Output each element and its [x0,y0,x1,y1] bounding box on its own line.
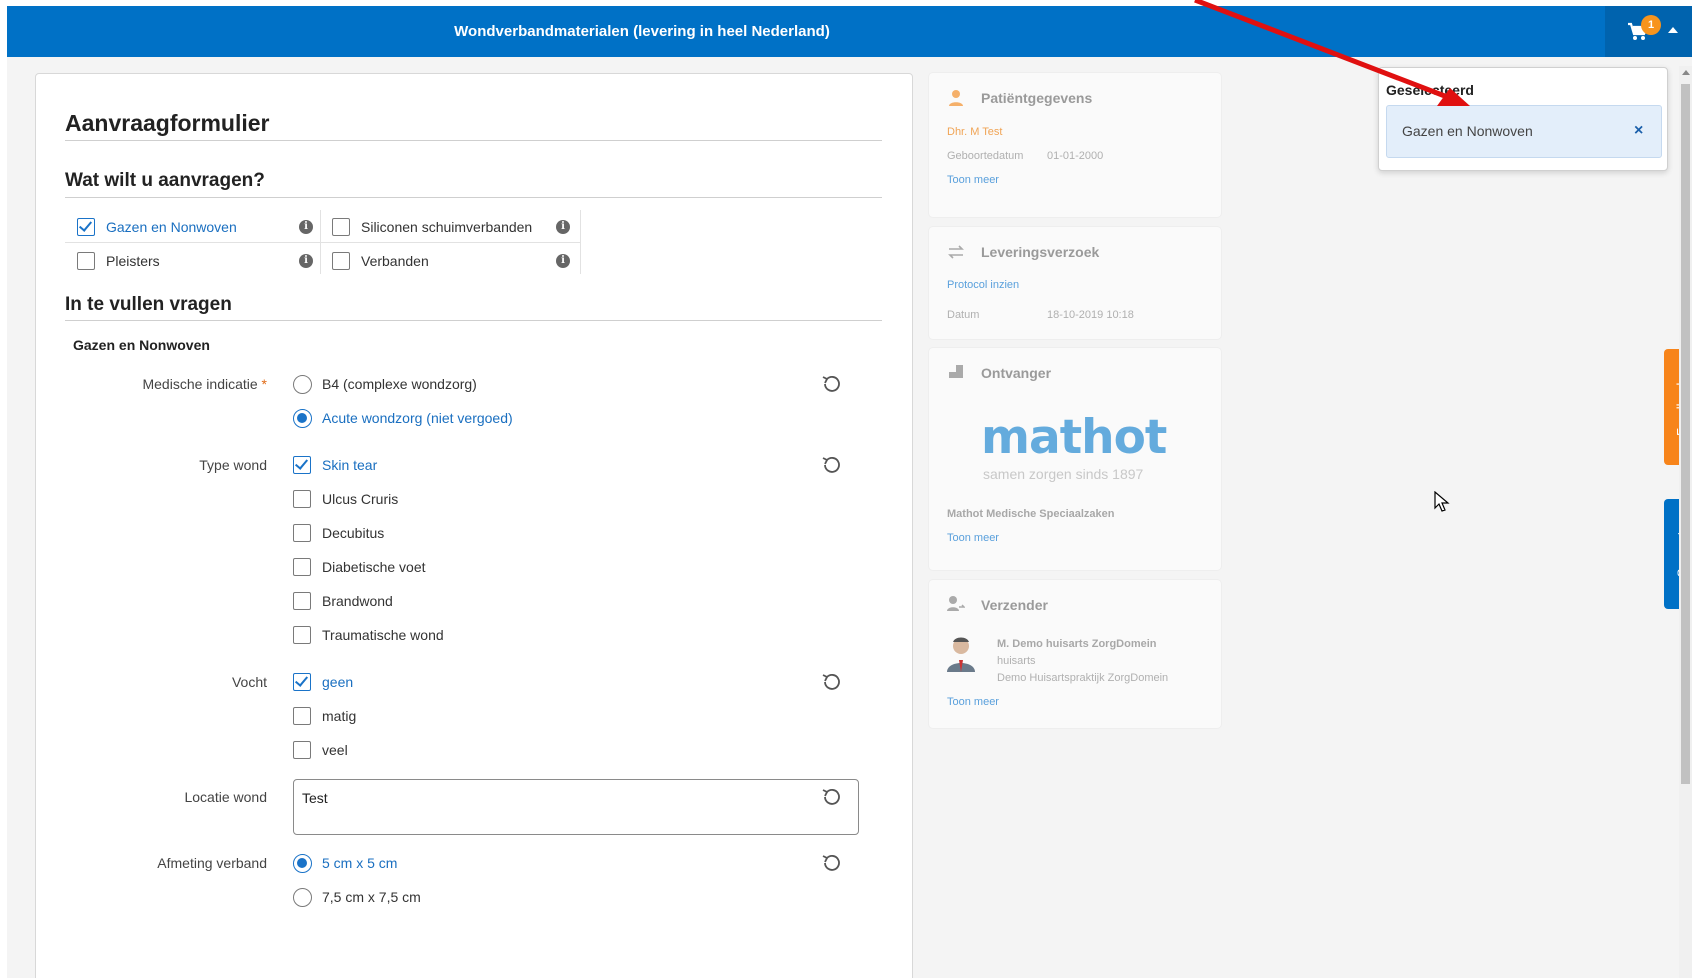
page-title: Wondverbandmaterialen (levering in heel … [454,23,830,40]
checkbox[interactable] [293,524,311,542]
checkbox-checked[interactable] [77,218,95,236]
sender-name: M. Demo huisarts ZorgDomein [997,638,1157,650]
info-icon[interactable]: i [556,254,570,268]
sender-card-title: Verzender [981,597,1048,613]
date-value: 18-10-2019 10:18 [1047,309,1134,321]
reset-icon[interactable] [822,854,840,872]
building-icon [949,365,963,378]
reset-icon[interactable] [822,673,840,691]
caret-up-icon [1668,27,1678,33]
reset-icon[interactable] [822,375,840,393]
sender-card: Verzender M. Demo huisarts ZorgDomein hu… [929,580,1221,728]
scroll-up-arrow-icon[interactable] [1682,70,1690,75]
swap-icon [948,245,964,259]
checkbox[interactable] [293,741,311,759]
sender-practice: Demo Huisartspraktijk ZorgDomein [997,672,1169,684]
radio[interactable] [293,375,312,394]
locatie-wond-textarea[interactable]: Test [293,779,859,835]
mathot-logo: mathot [981,410,1167,465]
mouse-cursor-icon [1434,491,1450,512]
delivery-card: Leveringsverzoek Protocol inzien Datum 1… [929,227,1221,339]
patient-show-more-link[interactable]: Toon meer [947,174,999,186]
checkbox[interactable] [332,252,350,270]
question-label-vocht: Vocht [231,674,267,690]
selected-popover: Geselecteerd Gazen en Nonwoven × [1378,67,1668,171]
patient-card: Patiëntgegevens Dhr. M Test Geboortedatu… [929,73,1221,217]
question-label-type-wond: Type wond [199,457,267,473]
checkbox[interactable] [77,252,95,270]
user-arrow-icon [947,596,965,611]
scrollbar-thumb[interactable] [1681,84,1690,784]
form-title: Aanvraagformulier [65,110,270,136]
divider [65,197,882,198]
checkbox-checked[interactable] [293,673,311,691]
avatar [947,637,975,672]
patient-name: Dhr. M Test [947,126,1003,138]
dob-label: Geboortedatum [947,150,1024,162]
checkbox[interactable] [293,490,311,508]
checkbox[interactable] [332,218,350,236]
sender-role: huisarts [997,655,1036,667]
request-form: Aanvraagformulier Wat wilt u aanvragen? … [35,73,913,978]
question-label-afmeting-verband: Afmeting verband [157,855,267,871]
divider [65,140,882,141]
protocol-link[interactable]: Protocol inzien [947,279,1019,291]
scrollbar[interactable] [1679,66,1692,978]
info-icon[interactable]: i [556,220,570,234]
receiver-show-more-link[interactable]: Toon meer [947,532,999,544]
checkbox-checked[interactable] [293,456,311,474]
receiver-card: Ontvanger mathot samen zorgen sinds 1897… [929,348,1221,570]
selected-item-label: Gazen en Nonwoven [1402,123,1533,139]
question-label-medische-indicatie: Medische indicatie * [142,376,267,392]
section-heading-questions: In te vullen vragen [65,294,232,315]
radio-selected[interactable] [293,854,312,873]
section-heading-request: Wat wilt u aanvragen? [65,170,265,191]
grid-separator [65,242,581,243]
question-label-locatie-wond: Locatie wond [184,789,267,805]
delivery-card-title: Leveringsverzoek [981,244,1100,260]
cart-button[interactable]: 1 [1605,6,1692,57]
date-label: Datum [947,309,980,321]
checkbox[interactable] [293,592,311,610]
info-icon[interactable]: i [299,254,313,268]
checkbox[interactable] [293,558,311,576]
user-icon [949,90,963,106]
reset-icon[interactable] [822,456,840,474]
checkbox[interactable] [293,626,311,644]
selected-item: Gazen en Nonwoven × [1386,105,1662,158]
popover-title: Geselecteerd [1386,82,1474,98]
receiver-card-title: Ontvanger [981,365,1052,381]
checkbox[interactable] [293,707,311,725]
cart-count-badge: 1 [1641,15,1661,35]
radio-selected[interactable] [293,409,312,428]
radio[interactable] [293,888,312,907]
top-bar: Wondverbandmaterialen (levering in heel … [7,6,1692,57]
sender-show-more-link[interactable]: Toon meer [947,696,999,708]
reset-icon[interactable] [822,788,840,806]
patient-card-title: Patiëntgegevens [981,90,1093,106]
divider [65,320,882,321]
info-icon[interactable]: i [299,220,313,234]
subsection-title: Gazen en Nonwoven [73,337,210,353]
dob-value: 01-01-2000 [1047,150,1104,162]
mathot-tagline: samen zorgen sinds 1897 [983,466,1144,482]
receiver-org: Mathot Medische Speciaalzaken [947,508,1115,520]
close-icon[interactable]: × [1634,122,1643,140]
